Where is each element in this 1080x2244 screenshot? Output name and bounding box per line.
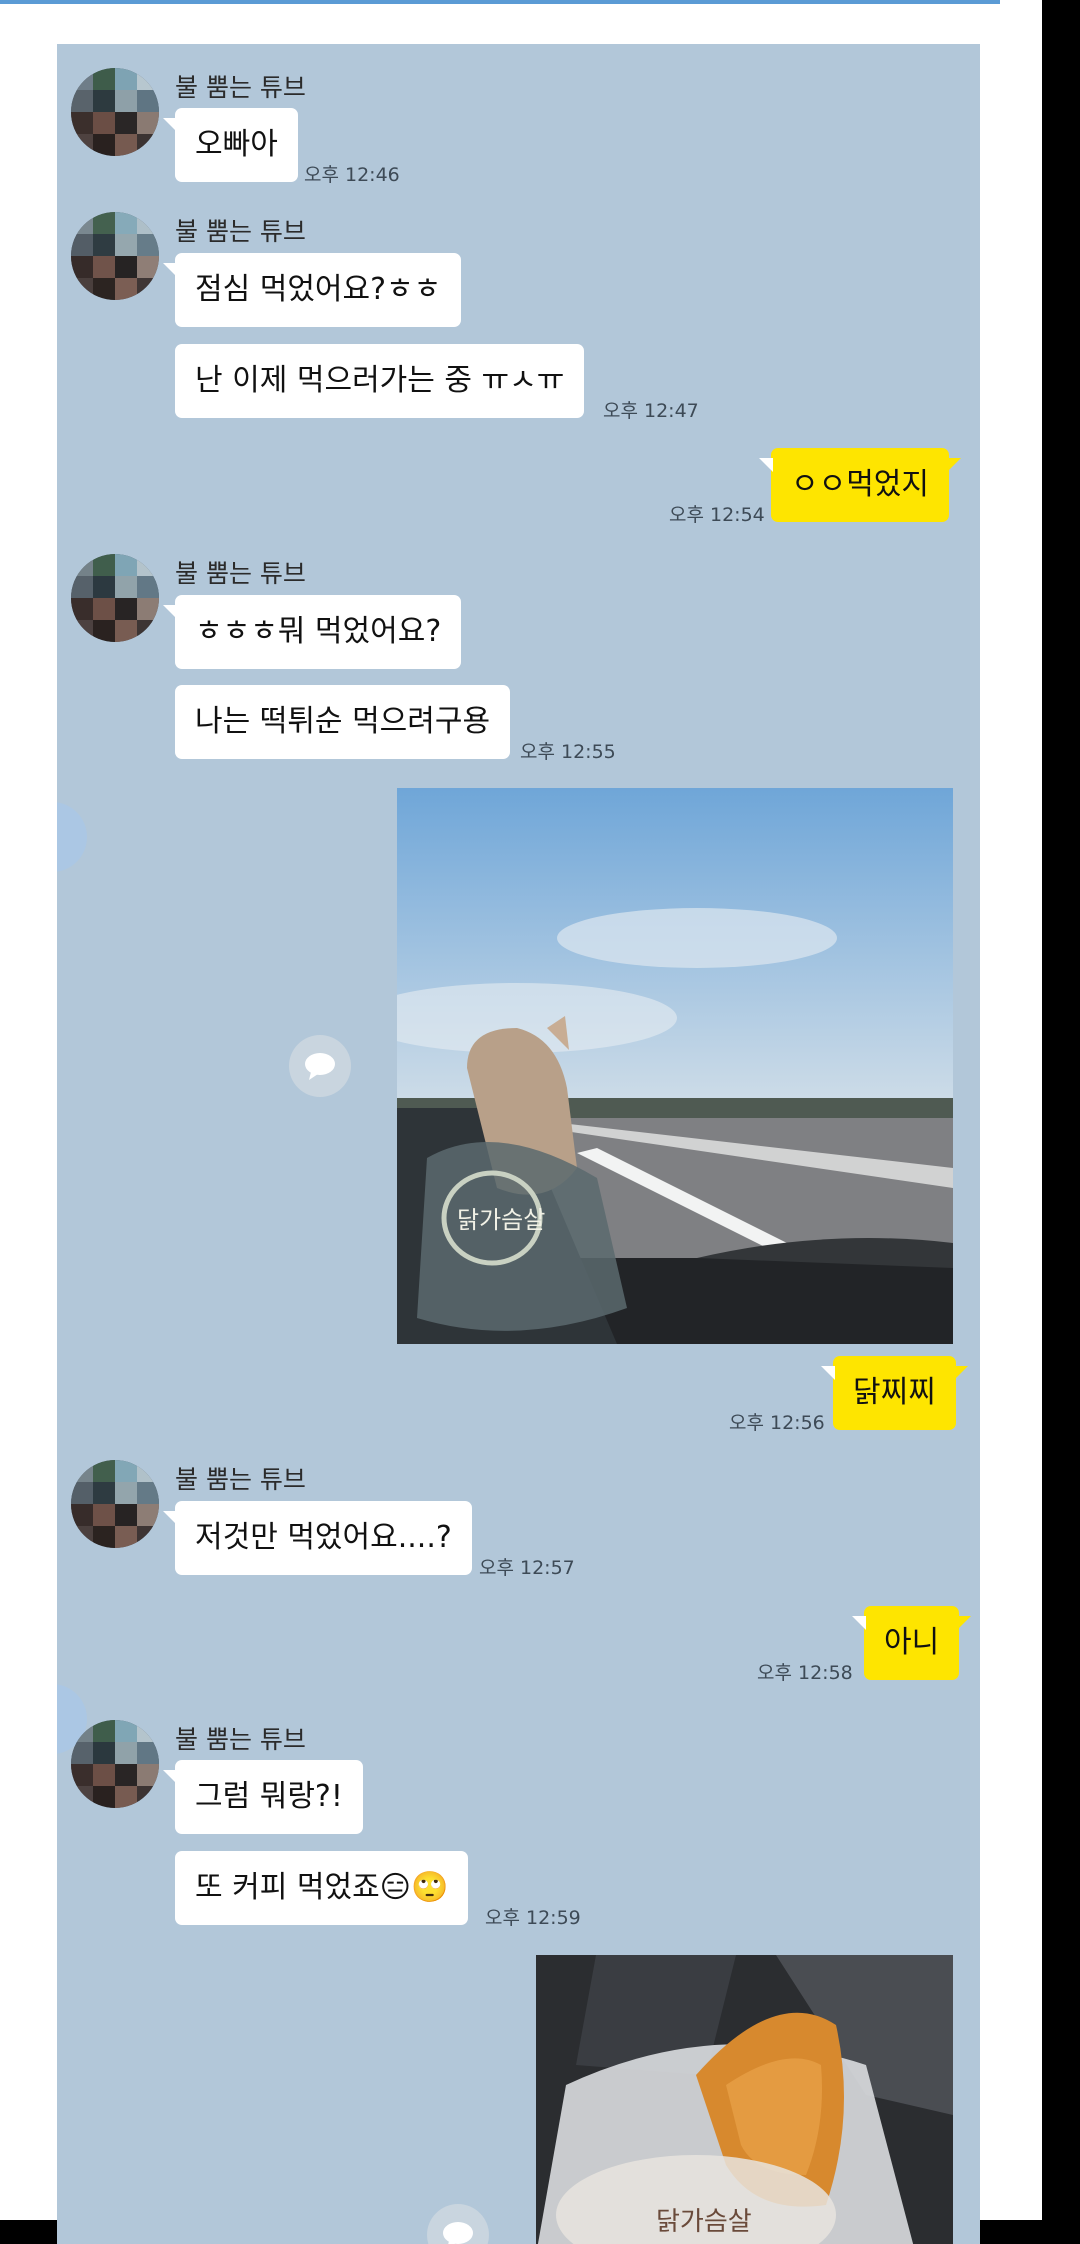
share-icon xyxy=(443,2222,473,2244)
avatar[interactable] xyxy=(71,1460,159,1548)
photo-message[interactable]: 닭가슴살 xyxy=(397,788,953,1344)
message-time: 오후 12:59 xyxy=(485,1907,581,1929)
photo-image: 닭가슴살 xyxy=(536,1955,953,2244)
my-message-bubble[interactable]: 아니 xyxy=(851,1606,972,1680)
avatar[interactable] xyxy=(71,1720,159,1808)
my-message-bubble[interactable]: 닭찌찌 xyxy=(821,1356,968,1430)
avatar[interactable] xyxy=(71,212,159,300)
edge-avatar-fragment xyxy=(57,802,87,872)
message-bubble[interactable]: 난 이제 먹으러가는 중 ㅠㅅㅠ xyxy=(175,344,585,418)
message-bubble[interactable]: 그럼 뭐랑?! xyxy=(163,1760,363,1834)
message-time: 오후 12:55 xyxy=(520,741,616,763)
message-bubble[interactable]: 점심 먹었어요?ㅎㅎ xyxy=(162,253,462,327)
share-button[interactable] xyxy=(427,2204,489,2244)
avatar[interactable] xyxy=(71,68,159,156)
message-bubble[interactable]: 저것만 먹었어요....? xyxy=(163,1501,472,1575)
message-bubble[interactable]: 나는 떡튀순 먹으려구용 xyxy=(175,685,511,759)
photo-message[interactable]: 닭가슴살 xyxy=(536,1955,953,2244)
package-label: 닭가슴살 xyxy=(457,1206,545,1234)
package-label: 닭가슴살 xyxy=(656,2207,752,2237)
avatar[interactable] xyxy=(71,554,159,642)
message-time: 오후 12:58 xyxy=(757,1662,853,1684)
message-time: 오후 12:47 xyxy=(603,400,699,422)
message-bubble[interactable]: 오빠아 xyxy=(163,108,298,182)
sender-name: 불 뿜는 튜브 xyxy=(175,1465,306,1494)
share-button[interactable] xyxy=(289,1035,351,1097)
sender-name: 불 뿜는 튜브 xyxy=(175,559,306,588)
message-bubble[interactable]: 또 커피 먹었죠😑🙄 xyxy=(175,1851,469,1925)
top-divider xyxy=(0,0,1000,4)
sender-name: 불 뿜는 튜브 xyxy=(175,217,306,246)
photo-image: 닭가슴살 xyxy=(397,788,953,1344)
message-time: 오후 12:54 xyxy=(669,504,765,526)
sender-name: 불 뿜는 튜브 xyxy=(175,1725,306,1754)
message-time: 오후 12:56 xyxy=(729,1412,825,1434)
sender-name: 불 뿜는 튜브 xyxy=(175,73,306,102)
chat-room[interactable]: 불 뿜는 튜브 오빠아 오후 12:46 불 뿜는 튜브 점심 먹었어요?ㅎㅎ … xyxy=(57,44,980,2244)
message-time: 오후 12:46 xyxy=(304,164,400,186)
message-time: 오후 12:57 xyxy=(479,1557,575,1579)
message-bubble[interactable]: ㅎㅎㅎ뭐 먹었어요? xyxy=(162,595,462,669)
my-message-bubble[interactable]: ㅇㅇ먹었지 xyxy=(759,448,961,522)
share-icon xyxy=(305,1053,335,1080)
